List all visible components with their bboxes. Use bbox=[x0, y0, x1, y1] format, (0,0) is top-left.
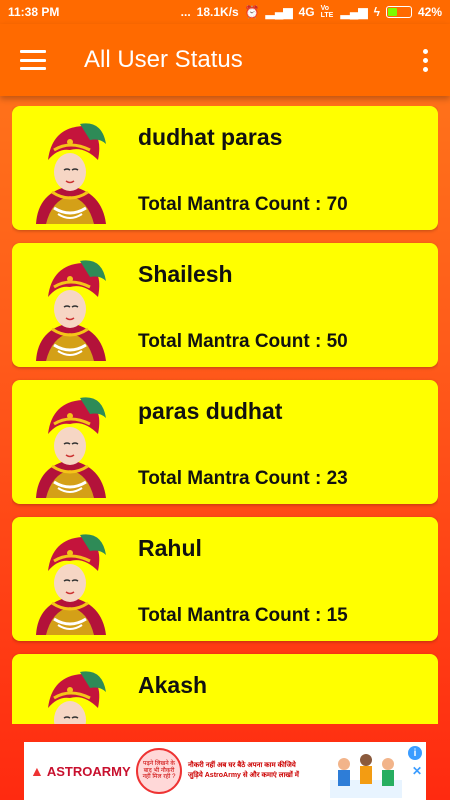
deity-avatar-icon bbox=[36, 123, 106, 224]
user-avatar bbox=[12, 654, 120, 724]
hamburger-menu-icon[interactable] bbox=[20, 50, 46, 70]
user-status-card[interactable]: dudhat paras Total Mantra Count : 70 bbox=[12, 106, 438, 230]
astroarmy-logo-icon: ▲ bbox=[30, 763, 44, 779]
mantra-count: Total Mantra Count : 23 bbox=[138, 468, 348, 489]
network-type: 4G bbox=[298, 5, 315, 19]
user-name: paras dudhat bbox=[138, 398, 283, 424]
info-icon[interactable]: i bbox=[408, 746, 422, 760]
mantra-count: Total Mantra Count : 70 bbox=[138, 194, 348, 215]
close-icon[interactable]: ✕ bbox=[412, 764, 422, 778]
volte-label: Vo LTE bbox=[320, 5, 334, 19]
app-bar: All User Status bbox=[0, 24, 450, 96]
user-status-card[interactable]: Rahul Total Mantra Count : 15 bbox=[12, 517, 438, 641]
mantra-count: Total Mantra Count : 50 bbox=[138, 331, 348, 352]
more-vertical-icon[interactable] bbox=[420, 48, 430, 72]
deity-avatar-icon bbox=[36, 534, 106, 635]
charging-icon: ϟ bbox=[373, 5, 380, 19]
user-name: Shailesh bbox=[138, 261, 233, 287]
ad-badge: पढ़ने लिखने के बाद भी नौकरी नहीं मिल रही… bbox=[136, 748, 182, 794]
battery-percent: 42% bbox=[417, 5, 442, 19]
battery-fill bbox=[387, 8, 398, 16]
ad-illustration bbox=[330, 754, 402, 798]
user-avatar bbox=[12, 106, 120, 230]
ad-brand-label: ASTROARMY bbox=[46, 763, 131, 779]
user-name: dudhat paras bbox=[138, 124, 283, 150]
deity-avatar-icon bbox=[48, 671, 106, 724]
ad-headline: नौकरी नहीं अब घर बैठे अपना काम कीजिये bbox=[188, 762, 296, 770]
ad-brand: ▲ ASTROARMY bbox=[30, 763, 136, 779]
status-indicators: ... 18.1K/s ⏰ ▂▄▆ 4G Vo LTE ▂▄▆ ϟ 42% bbox=[181, 5, 442, 19]
page-title: All User Status bbox=[84, 46, 243, 73]
card-body: paras dudhat Total Mantra Count : 23 bbox=[120, 380, 438, 504]
alarm-icon: ⏰ bbox=[244, 5, 260, 19]
status-time: 11:38 PM bbox=[8, 5, 60, 19]
user-avatar bbox=[12, 380, 120, 504]
ad-subline: जुड़िये AstroArmy से और कमाएं लाखों में bbox=[188, 772, 299, 779]
deity-avatar-icon bbox=[36, 397, 106, 498]
ad-text: नौकरी नहीं अब घर बैठे अपना काम कीजिये जु… bbox=[188, 761, 324, 781]
user-status-card[interactable]: Shailesh Total Mantra Count : 50 bbox=[12, 243, 438, 367]
user-name: Rahul bbox=[138, 535, 202, 561]
user-status-list[interactable]: dudhat paras Total Mantra Count : 70 Sha… bbox=[12, 106, 438, 724]
card-body: Rahul Total Mantra Count : 15 bbox=[120, 517, 438, 641]
card-body: dudhat paras Total Mantra Count : 70 bbox=[120, 106, 438, 230]
deity-avatar-icon bbox=[36, 260, 106, 361]
ad-logo: ▲ ASTROARMY bbox=[24, 746, 136, 796]
user-status-card[interactable]: Akash bbox=[12, 654, 438, 724]
signal-icon: ▂▄▆ bbox=[265, 5, 293, 19]
card-body: Akash bbox=[120, 654, 438, 724]
user-avatar bbox=[12, 243, 120, 367]
status-bar: 11:38 PM ... 18.1K/s ⏰ ▂▄▆ 4G Vo LTE ▂▄▆… bbox=[0, 0, 450, 24]
status-dots: ... bbox=[180, 5, 191, 19]
user-status-card[interactable]: paras dudhat Total Mantra Count : 23 bbox=[12, 380, 438, 504]
ad-banner[interactable]: ▲ ASTROARMY पढ़ने लिखने के बाद भी नौकरी … bbox=[24, 742, 426, 800]
battery-icon bbox=[385, 6, 412, 18]
user-name: Akash bbox=[138, 672, 208, 698]
signal-icon-2: ▂▄▆ bbox=[340, 5, 368, 19]
card-body: Shailesh Total Mantra Count : 50 bbox=[120, 243, 438, 367]
user-avatar bbox=[12, 517, 120, 641]
mantra-count: Total Mantra Count : 15 bbox=[138, 605, 348, 626]
network-speed: 18.1K/s bbox=[196, 5, 239, 19]
